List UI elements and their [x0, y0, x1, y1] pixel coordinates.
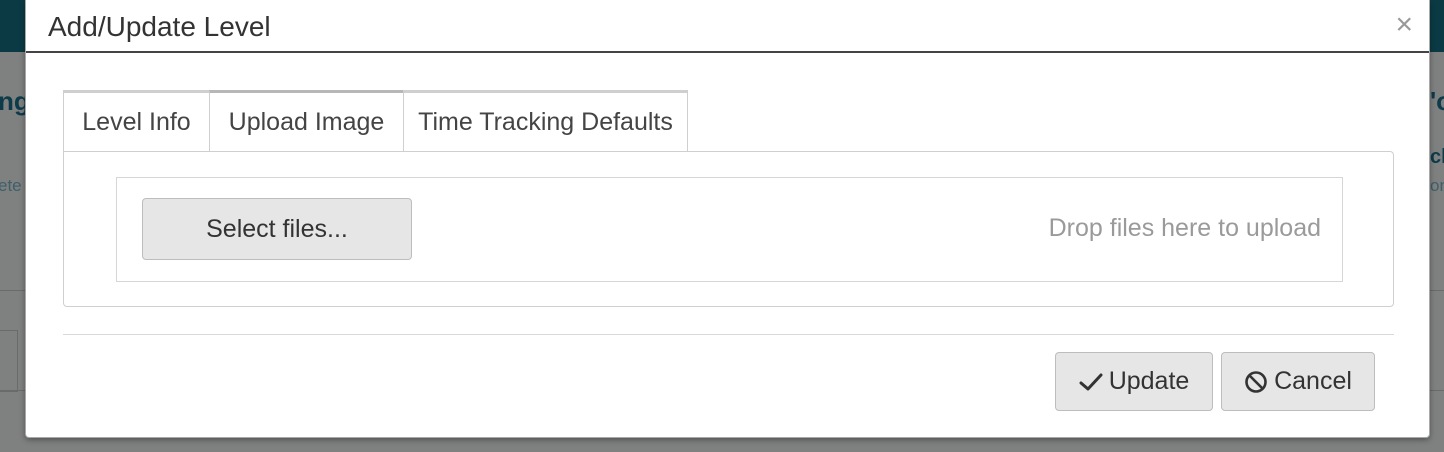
- dialog-title: Add/Update Level: [48, 11, 271, 42]
- file-dropzone[interactable]: Select files... Drop files here to uploa…: [116, 177, 1343, 282]
- drop-hint: Drop files here to upload: [1048, 214, 1321, 242]
- check-icon: [1079, 372, 1103, 392]
- add-update-level-dialog: Add/Update Level × Level Info Upload Ima…: [25, 0, 1430, 438]
- background-left-subtext: ete: [0, 176, 22, 195]
- upload-image-panel: Select files... Drop files here to uploa…: [63, 151, 1394, 307]
- cancel-button[interactable]: Cancel: [1221, 352, 1375, 411]
- tab-upload-image[interactable]: Upload Image: [209, 90, 404, 151]
- background-right-heading: 'o: [1430, 86, 1444, 116]
- cancel-label: Cancel: [1274, 367, 1352, 395]
- update-label: Update: [1108, 367, 1190, 395]
- background-box: [0, 330, 18, 392]
- background-right-subtext: on: [1430, 176, 1444, 195]
- tab-level-info[interactable]: Level Info: [63, 90, 210, 151]
- ban-icon: [1244, 370, 1268, 394]
- select-files-button[interactable]: Select files...: [142, 198, 412, 260]
- close-icon[interactable]: ×: [1395, 10, 1413, 40]
- background-right-heading-2: cl: [1430, 146, 1444, 168]
- footer-divider: [63, 334, 1394, 335]
- tab-time-tracking-defaults[interactable]: Time Tracking Defaults: [403, 90, 688, 151]
- update-button[interactable]: Update: [1055, 352, 1213, 411]
- dialog-header: Add/Update Level ×: [26, 0, 1429, 53]
